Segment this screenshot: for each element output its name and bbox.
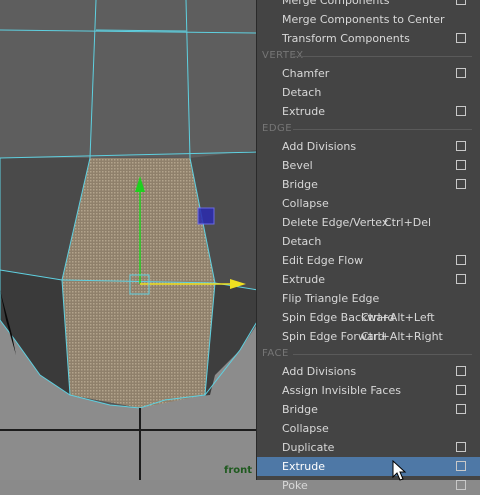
menu-item-add-divisions[interactable]: Add Divisions — [257, 362, 480, 381]
menu-item-label: Collapse — [282, 422, 329, 435]
menu-item-label: Bridge — [282, 178, 318, 191]
menu-item-spin-edge-forward[interactable]: Spin Edge Forward Ctrl+Alt+Right — [257, 327, 480, 346]
menu-item-assign-invisible-faces[interactable]: Assign Invisible Faces — [257, 381, 480, 400]
option-box-icon[interactable] — [456, 461, 466, 471]
menu-item-bridge[interactable]: Bridge — [257, 175, 480, 194]
menu-item-detach[interactable]: Detach — [257, 83, 480, 102]
menu-item-label: Extrude — [282, 105, 326, 118]
menu-section-divider — [293, 354, 472, 355]
camera-label: front — [224, 465, 253, 476]
menu-item-merge-components[interactable]: Merge Components — [257, 0, 480, 10]
option-box-icon[interactable] — [456, 366, 466, 376]
option-box-icon[interactable] — [456, 480, 466, 490]
menu-item-label: Delete Edge/Vertex — [282, 216, 389, 229]
menu-section-face: FACE — [257, 346, 480, 362]
menu-item-bevel[interactable]: Bevel — [257, 156, 480, 175]
menu-item-flip-triangle-edge[interactable]: Flip Triangle Edge — [257, 289, 480, 308]
menu-item-shortcut: Ctrl+Del — [384, 216, 432, 229]
menu-item-add-divisions[interactable]: Add Divisions — [257, 137, 480, 156]
menu-item-label: Detach — [282, 86, 322, 99]
menu-item-detach[interactable]: Detach — [257, 232, 480, 251]
option-box-icon[interactable] — [456, 442, 466, 452]
menu-item-extrude[interactable]: Extrude — [257, 102, 480, 121]
menu-item-merge-components-to-center[interactable]: Merge Components to Center — [257, 10, 480, 29]
menu-item-extrude[interactable]: Extrude — [257, 270, 480, 289]
menu-item-label: Assign Invisible Faces — [282, 384, 401, 397]
menu-item-poke[interactable]: Poke — [257, 476, 480, 495]
menu-item-label: Add Divisions — [282, 365, 357, 378]
option-box-icon[interactable] — [456, 0, 466, 5]
menu-item-extrude[interactable]: Extrude — [257, 457, 480, 476]
option-box-icon[interactable] — [456, 179, 466, 189]
menu-section-edge: EDGE — [257, 121, 480, 137]
menu-item-label: Flip Triangle Edge — [282, 292, 380, 305]
menu-item-label: Merge Components — [282, 0, 390, 7]
option-box-icon[interactable] — [456, 274, 466, 284]
menu-item-transform-components[interactable]: Transform Components — [257, 29, 480, 48]
menu-item-edit-edge-flow[interactable]: Edit Edge Flow — [257, 251, 480, 270]
option-box-icon[interactable] — [456, 141, 466, 151]
menu-section-divider — [293, 129, 472, 130]
menu-item-collapse[interactable]: Collapse — [257, 419, 480, 438]
option-box-icon[interactable] — [456, 160, 466, 170]
menu-item-spin-edge-backward[interactable]: Spin Edge Backward Ctrl+Alt+Left — [257, 308, 480, 327]
mouse-cursor-icon — [392, 460, 407, 481]
option-box-icon[interactable] — [456, 68, 466, 78]
menu-item-label: Extrude — [282, 460, 326, 473]
menu-section-divider — [293, 56, 472, 57]
menu-item-shortcut: Ctrl+Alt+Left — [361, 311, 435, 324]
option-box-icon[interactable] — [456, 33, 466, 43]
menu-item-label: Chamfer — [282, 67, 330, 80]
menu-item-label: Add Divisions — [282, 140, 357, 153]
option-box-icon[interactable] — [456, 404, 466, 414]
menu-item-label: Edit Edge Flow — [282, 254, 364, 267]
menu-item-label: Extrude — [282, 273, 326, 286]
manipulator-plane-handle[interactable] — [197, 207, 215, 225]
option-box-icon[interactable] — [456, 255, 466, 265]
mesh-upper-faces — [0, 0, 258, 158]
menu-item-label: Merge Components to Center — [282, 13, 445, 26]
menu-item-label: Collapse — [282, 197, 329, 210]
menu-item-label: Transform Components — [282, 32, 410, 45]
edit-mesh-menu: Merge Components Merge Components to Cent… — [257, 0, 480, 492]
menu-item-label: Bridge — [282, 403, 318, 416]
menu-item-chamfer[interactable]: Chamfer — [257, 64, 480, 83]
menu-item-label: Duplicate — [282, 441, 335, 454]
menu-item-shortcut: Ctrl+Alt+Right — [361, 330, 443, 343]
menu-section-label: FACE — [262, 348, 289, 359]
menu-section-label: EDGE — [262, 123, 293, 134]
menu-item-delete-edge-vertex[interactable]: Delete Edge/Vertex Ctrl+Del — [257, 213, 480, 232]
menu-section-vertex: VERTEX — [257, 48, 480, 64]
menu-item-label: Poke — [282, 479, 308, 492]
menu-item-label: Bevel — [282, 159, 313, 172]
menu-item-collapse[interactable]: Collapse — [257, 194, 480, 213]
menu-item-duplicate[interactable]: Duplicate — [257, 438, 480, 457]
menu-item-label: Detach — [282, 235, 322, 248]
option-box-icon[interactable] — [456, 385, 466, 395]
menu-item-bridge[interactable]: Bridge — [257, 400, 480, 419]
option-box-icon[interactable] — [456, 106, 466, 116]
